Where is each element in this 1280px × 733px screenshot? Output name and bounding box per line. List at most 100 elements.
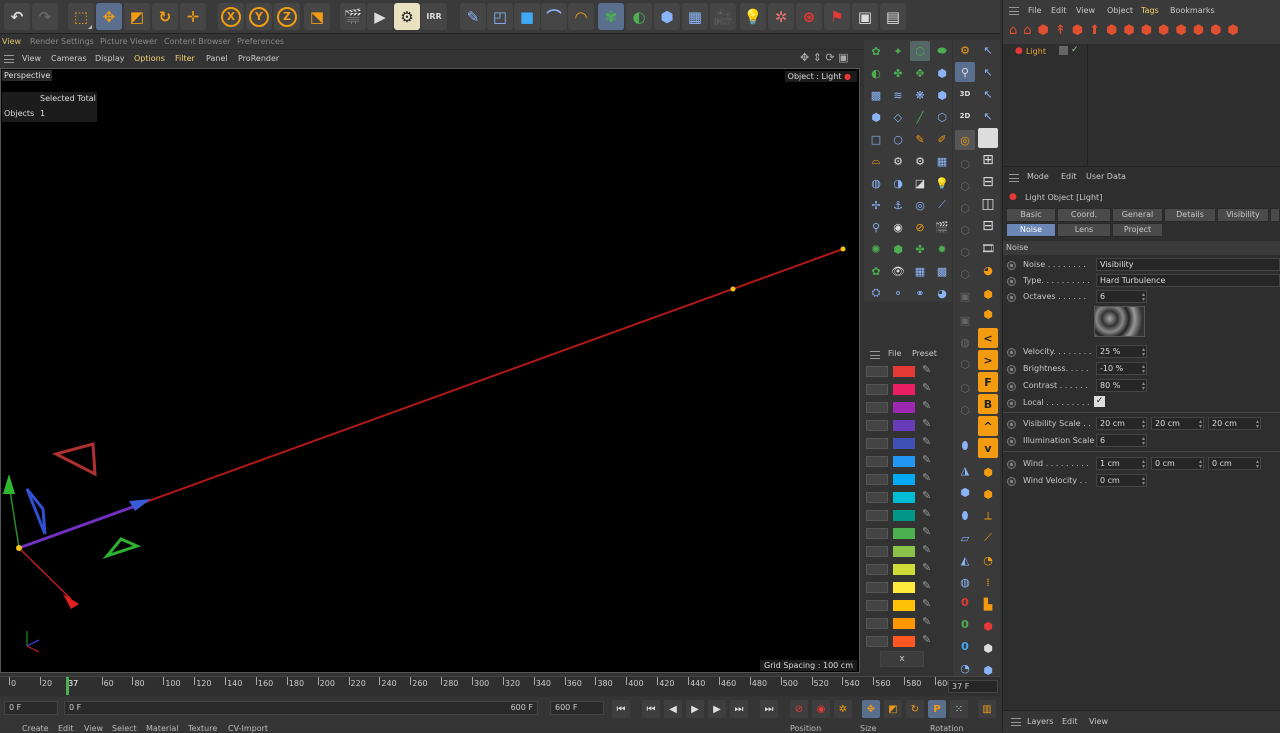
color-swatch[interactable] [893, 474, 915, 485]
swatch-row[interactable]: ✎ [866, 399, 950, 416]
viewport-menu-view[interactable]: View [22, 54, 41, 63]
eyedropper-icon[interactable]: ✎ [922, 399, 931, 412]
layout-quad-icon[interactable]: ⊞ [978, 150, 998, 170]
eyedropper-icon[interactable]: ✎ [922, 579, 931, 592]
tab-coord[interactable]: Coord. [1057, 208, 1111, 222]
brightness-anim-radio[interactable] [1007, 365, 1016, 374]
menu-preferences[interactable]: Preferences [237, 37, 284, 46]
palette-pen-icon[interactable]: ✎ [910, 129, 930, 149]
swatch-menu-icon[interactable] [870, 351, 880, 359]
palette-attractor-icon[interactable]: ⬢ [888, 239, 908, 259]
palette-globe-icon[interactable]: ◍ [866, 173, 886, 193]
om-menu-view[interactable]: View [1076, 6, 1095, 15]
palette-twist-icon[interactable]: ❋ [910, 85, 930, 105]
eyedropper-icon[interactable]: ✎ [922, 615, 931, 628]
palette-guides-icon[interactable]: ⚬ [888, 283, 908, 303]
mask-icon[interactable]: 0 [955, 592, 975, 612]
noise-anim-radio[interactable] [1007, 261, 1016, 270]
swatch-slot[interactable] [866, 618, 888, 629]
quantize-icon[interactable]: ⬡ [955, 400, 975, 420]
am-menu-icon[interactable] [1009, 174, 1019, 182]
scale-tool-icon[interactable]: ◩ [124, 3, 150, 30]
local-anim-radio[interactable] [1007, 399, 1016, 408]
palette-clapper-icon[interactable]: 🎬 [932, 217, 952, 237]
swatch-row[interactable]: ✎ [866, 417, 950, 434]
right-view-icon[interactable]: > [978, 350, 998, 370]
palette-grass-icon[interactable]: ◕ [932, 283, 952, 303]
viewport-settings-icon[interactable]: ⬢ [978, 638, 998, 658]
om-menu-file[interactable]: File [1028, 6, 1041, 15]
palette-sky-icon[interactable]: ◑ [888, 173, 908, 193]
y-axis-arrow[interactable] [3, 474, 15, 494]
bend-deformer-icon[interactable]: ⌒ [541, 3, 567, 30]
x-rotation-arc[interactable] [51, 442, 97, 477]
color-swatch[interactable] [893, 510, 915, 521]
palette-toggle-icon[interactable]: ⬬ [932, 41, 952, 61]
interactive-render-region-button[interactable]: IRR [421, 3, 447, 30]
tab-project[interactable]: Project [1112, 223, 1163, 237]
palette-circle-icon[interactable]: ○ [888, 129, 908, 149]
swatch-slot[interactable] [866, 456, 888, 467]
palette-wind-icon[interactable]: ✤ [910, 239, 930, 259]
polygon-select-icon[interactable]: ↖ [978, 106, 998, 126]
local-checkbox[interactable]: ✓ [1094, 396, 1105, 407]
palette-fracture-icon[interactable]: ⬡ [910, 41, 930, 61]
octaves-field[interactable]: 6 ▴ ▾ [1096, 290, 1147, 303]
palette-target-icon[interactable]: ◎ [910, 195, 930, 215]
scale-key-icon[interactable]: ◩ [884, 700, 902, 718]
palette-matrix-icon[interactable]: ▦ [910, 261, 930, 281]
palette-floor-icon[interactable]: ▦ [932, 151, 952, 171]
swatch-slot[interactable] [866, 402, 888, 413]
bottom-view-icon[interactable]: v [978, 438, 998, 458]
wind-x-field[interactable]: 1 cm ▴ ▾ [1096, 457, 1147, 470]
nodes-icon[interactable]: ⬢ [978, 616, 998, 636]
next-key-icon[interactable]: ⏭ [730, 700, 748, 718]
type-anim-radio[interactable] [1007, 277, 1016, 286]
edges-mode-icon[interactable]: ⬡ [955, 176, 975, 196]
om-menu-tags[interactable]: Tags [1141, 6, 1159, 15]
palette-line-icon[interactable]: ╱ [910, 107, 930, 127]
viewport-menu-options[interactable]: Options [134, 54, 165, 63]
guide-icon[interactable]: ◔ [978, 550, 998, 570]
snap-settings-icon[interactable]: ⊛ [796, 3, 822, 30]
palette-sound-icon[interactable]: ◉ [888, 217, 908, 237]
swatch-slot[interactable] [866, 600, 888, 611]
menu-content-browser[interactable]: Content Browser [164, 37, 231, 46]
axis-mode-icon[interactable]: ⬡ [955, 242, 975, 262]
z-axis-arrow[interactable] [129, 499, 151, 511]
render-to-picture-viewer-icon[interactable]: ▶ [367, 3, 393, 30]
current-frame-slider[interactable]: 0 F 600 F [64, 701, 538, 715]
color-swatch[interactable] [893, 492, 915, 503]
2d-mode-icon[interactable]: 2D [955, 106, 975, 126]
eyedropper-icon[interactable]: ✎ [922, 489, 931, 502]
color-swatch[interactable] [893, 456, 915, 467]
wind-y-field[interactable]: 0 cm ▴ ▾ [1151, 457, 1204, 470]
palette-effector-icon[interactable]: ✤ [888, 63, 908, 83]
swatch-row[interactable]: ✎ [866, 525, 950, 542]
lock-workplane-icon[interactable]: ⬡ [955, 378, 975, 398]
tab-noise[interactable]: Noise [1006, 223, 1056, 237]
tab-basic[interactable]: Basic [1006, 208, 1056, 222]
swatch-slot[interactable] [866, 636, 888, 647]
swatch-row[interactable]: ✎ [866, 543, 950, 560]
python-console-icon[interactable]: ▣ [852, 3, 878, 30]
swatch-slot[interactable] [866, 420, 888, 431]
color-swatch[interactable] [893, 384, 915, 395]
layers-menu-edit[interactable]: Edit [1062, 717, 1078, 726]
generator-icon[interactable]: ◠ [568, 3, 594, 30]
eyedropper-icon[interactable]: ✎ [922, 507, 931, 520]
z-axis-handle[interactable] [18, 502, 142, 550]
vis-scale-anim-radio[interactable] [1007, 420, 1016, 429]
repeat-icon[interactable]: 0 [955, 614, 975, 634]
rotate-tool-icon[interactable]: ↻ [152, 3, 178, 30]
viewport-menu-display[interactable]: Display [95, 54, 125, 63]
type-dropdown[interactable]: Hard Turbulence [1096, 274, 1280, 287]
flatten-icon[interactable]: ▱ [955, 528, 975, 548]
palette-sphere-icon[interactable]: ◐ [866, 63, 886, 83]
eyedropper-icon[interactable]: ✎ [922, 417, 931, 430]
swatch-slot[interactable] [866, 438, 888, 449]
palette-cloner-icon[interactable]: ✦ [888, 41, 908, 61]
color-swatch[interactable] [893, 618, 915, 629]
knife-icon[interactable]: ◔ [955, 658, 975, 678]
previous-key-icon[interactable]: ⏮ [642, 700, 660, 718]
